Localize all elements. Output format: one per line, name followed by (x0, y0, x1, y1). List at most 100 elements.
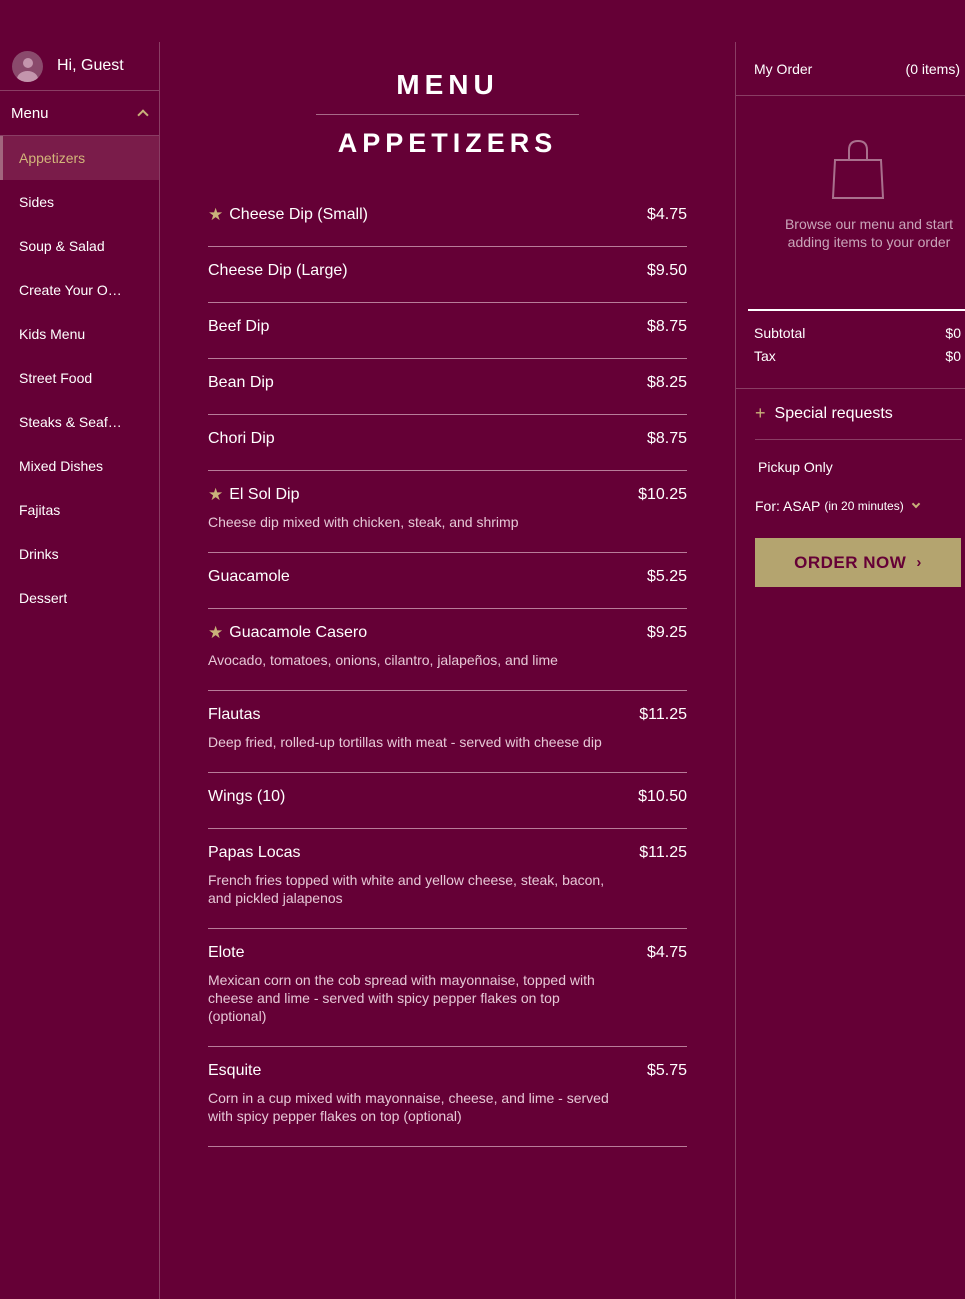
menu-item-list: ★ Cheese Dip (Small) $4.75 Cheese Dip (Larg… (208, 191, 687, 1147)
menu-item[interactable]: Elote Mexican corn on the cob spread with… (208, 929, 687, 1047)
menu-item-info: Esquite Corn in a cup mixed with mayonnai… (208, 1061, 647, 1125)
menu-item-name: Esquite (208, 1062, 262, 1079)
order-item-count: (0 items) (905, 60, 960, 77)
menu-item-name-row: Guacamole (208, 567, 627, 587)
menu-toggle[interactable]: Menu (0, 91, 159, 136)
menu-item-price: $8.25 (646, 374, 687, 391)
menu-item-price: $11.25 (639, 844, 687, 861)
sidebar-item-kids-menu[interactable]: Kids Menu (0, 312, 159, 356)
menu-item[interactable]: ★ Guacamole Casero Avocado, tomatoes, onio… (208, 609, 687, 691)
sidebar-item-street-food[interactable]: Street Food (0, 356, 159, 400)
tax-row: Tax $0 (754, 348, 961, 364)
menu-item-price: $5.25 (646, 568, 687, 585)
order-now-button[interactable]: ORDER NOW › (755, 538, 961, 587)
order-header: My Order (0 items) (736, 42, 965, 96)
menu-item[interactable]: Beef Dip $8.75 (208, 303, 687, 359)
menu-item-name: Guacamole (208, 568, 290, 585)
page-title: MENU (396, 69, 499, 100)
menu-item-name-row: Bean Dip (208, 373, 627, 393)
tax-value: $0 (945, 348, 961, 364)
menu-item-price: $10.25 (638, 486, 687, 503)
subtotal-label: Subtotal (754, 325, 806, 341)
pickup-time-select[interactable]: For: ASAP (in 20 minutes) (736, 475, 965, 514)
menu-item[interactable]: Flautas Deep fried, rolled-up tortillas w… (208, 691, 687, 773)
subtotal-row: Subtotal $0 (754, 325, 961, 341)
menu-item-info: ★ Cheese Dip (Small) (208, 205, 647, 225)
menu-item-info: Wings (10) (208, 787, 638, 807)
menu-item[interactable]: Guacamole $5.25 (208, 553, 687, 609)
menu-item-name-row: Papas Locas (208, 843, 619, 863)
sidebar-item-label: Fajitas (19, 502, 61, 518)
menu-item-name: Chori Dip (208, 430, 275, 447)
order-totals: Subtotal $0 Tax $0 (736, 311, 965, 389)
menu-item-name-row: Cheese Dip (Large) (208, 261, 627, 281)
sidebar-item-steaks-seafood[interactable]: Steaks & Seafood (0, 400, 159, 444)
pickup-time-detail: (in 20 minutes) (824, 499, 904, 513)
sidebar-item-soup-salad[interactable]: Soup & Salad (0, 224, 159, 268)
menu-item-info: Chori Dip (208, 429, 647, 449)
order-panel: My Order (0 items) Browse our menu and s… (735, 42, 965, 1299)
menu-item-price: $10.50 (638, 788, 687, 805)
menu-item-info: Guacamole (208, 567, 647, 587)
order-now-label: ORDER NOW (794, 552, 907, 572)
menu-item[interactable]: Papas Locas French fries topped with whit… (208, 829, 687, 929)
title-divider (316, 114, 579, 115)
guest-greeting: Hi, Guest (57, 57, 124, 74)
menu-item-name-row: ★ Guacamole Casero (208, 623, 627, 643)
menu-item-name: Cheese Dip (Large) (208, 262, 348, 279)
sidebar: Hi, Guest Menu Appetizers Sides Soup & Sal… (0, 42, 160, 1299)
menu-item-price: $9.50 (646, 262, 687, 279)
sidebar-item-dessert[interactable]: Dessert (0, 576, 159, 620)
menu-item-name: El Sol Dip (229, 486, 300, 503)
menu-item-info: Flautas Deep fried, rolled-up tortillas w… (208, 705, 639, 751)
plus-icon: + (755, 402, 766, 423)
menu-item[interactable]: Chori Dip $8.75 (208, 415, 687, 471)
menu-item-name-row: Elote (208, 943, 627, 963)
menu-item-info: Elote Mexican corn on the cob spread with… (208, 943, 647, 1025)
star-icon: ★ (208, 623, 224, 642)
menu-item-description: French fries topped with white and yello… (208, 872, 605, 906)
menu-item-name: Beef Dip (208, 318, 270, 335)
menu-item-name: Guacamole Casero (229, 624, 368, 641)
user-avatar-icon (12, 50, 43, 82)
sidebar-item-label: Dessert (19, 590, 68, 606)
sidebar-item-fajitas[interactable]: Fajitas (0, 488, 159, 532)
empty-order-state: Browse our menu and start adding items t… (748, 96, 965, 311)
menu-item-info: ★ El Sol Dip Cheese dip mixed with chicken… (208, 485, 638, 531)
sidebar-item-drinks[interactable]: Drinks (0, 532, 159, 576)
guest-profile[interactable]: Hi, Guest (0, 42, 159, 91)
menu-item[interactable]: ★ Cheese Dip (Small) $4.75 (208, 191, 687, 247)
sidebar-item-label: Sides (19, 194, 55, 210)
special-requests-toggle[interactable]: + Special requests (755, 389, 962, 440)
menu-item-price: $11.25 (639, 706, 687, 723)
menu-item-name: Wings (10) (208, 788, 286, 805)
star-icon: ★ (208, 205, 224, 224)
section-title: APPETIZERS (337, 128, 558, 158)
sidebar-item-appetizers[interactable]: Appetizers (0, 136, 159, 180)
menu-item[interactable]: Cheese Dip (Large) $9.50 (208, 247, 687, 303)
menu-item-price: $9.25 (646, 624, 687, 641)
menu-item-info: Bean Dip (208, 373, 647, 393)
menu-item[interactable]: ★ El Sol Dip Cheese dip mixed with chicken… (208, 471, 687, 553)
sidebar-item-label: Soup & Salad (19, 238, 105, 254)
sidebar-item-mixed-dishes[interactable]: Mixed Dishes (0, 444, 159, 488)
special-requests-label: Special requests (774, 405, 893, 422)
menu-item[interactable]: Wings (10) $10.50 (208, 773, 687, 829)
menu-item-name-row: Chori Dip (208, 429, 627, 449)
sidebar-item-sides[interactable]: Sides (0, 180, 159, 224)
menu-item[interactable]: Esquite Corn in a cup mixed with mayonnai… (208, 1047, 687, 1147)
menu-item[interactable]: Bean Dip $8.25 (208, 359, 687, 415)
sidebar-item-label: Create Your Own Combination (19, 282, 129, 298)
menu-item-description: Corn in a cup mixed with mayonnaise, che… (208, 1090, 609, 1124)
menu-item-price: $8.75 (646, 318, 687, 335)
sidebar-item-label: Appetizers (19, 150, 86, 166)
menu-item-name-row: Esquite (208, 1061, 627, 1081)
menu-item-price: $4.75 (646, 944, 687, 961)
menu-item-name-row: Beef Dip (208, 317, 627, 337)
sidebar-item-label: Street Food (19, 370, 93, 386)
menu-item-price: $5.75 (646, 1062, 687, 1079)
menu-item-name-row: Flautas (208, 705, 619, 725)
sidebar-item-label: Steaks & Seafood (19, 414, 129, 430)
sidebar-item-create-your-own-combination[interactable]: Create Your Own Combination (0, 268, 159, 312)
star-icon: ★ (208, 485, 224, 504)
